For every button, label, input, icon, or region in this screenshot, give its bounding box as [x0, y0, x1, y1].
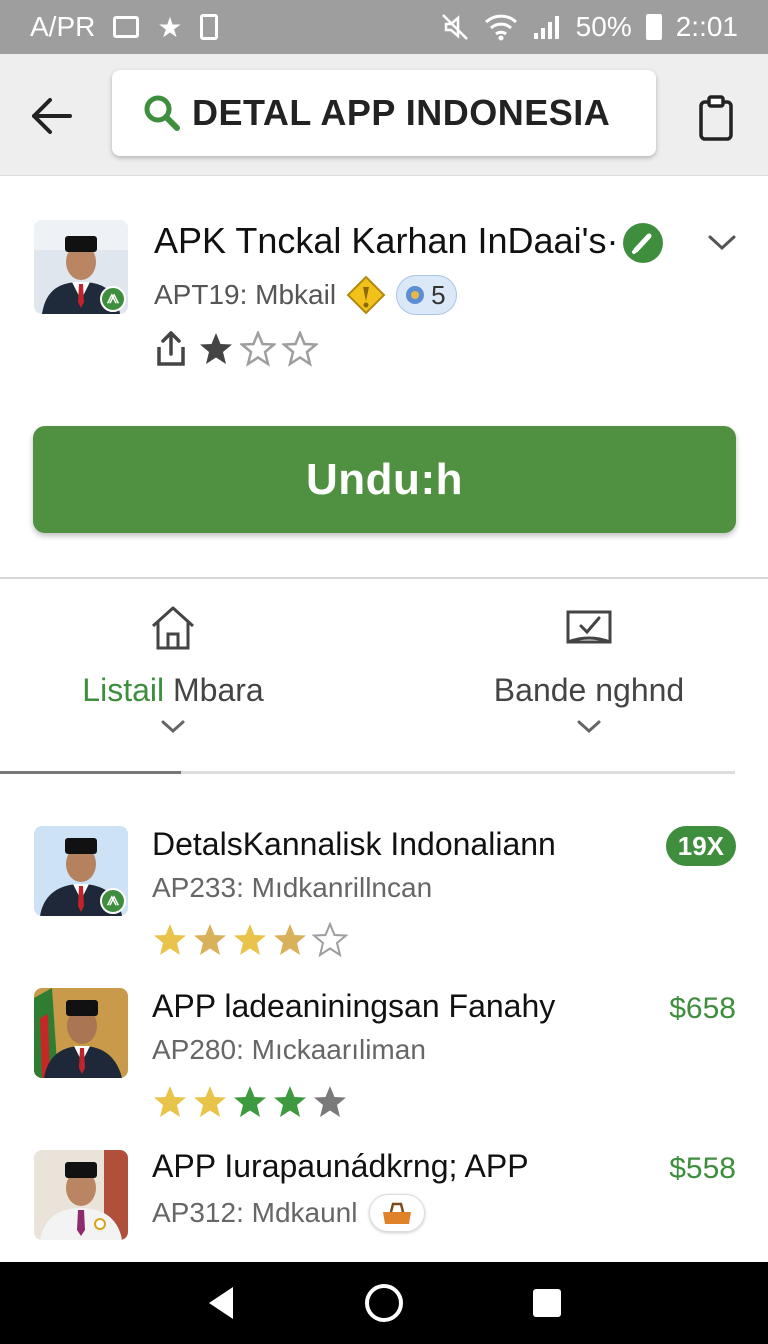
app-rating-stars [198, 331, 318, 367]
search-field[interactable]: DETAL APP INDONESIA [112, 70, 656, 156]
star-icon [194, 1086, 226, 1117]
tab-label-rest: Mbara [164, 672, 264, 708]
list-item-badge: 19X [665, 826, 736, 866]
tab-bar: Listail Mbara Bande nghnd [0, 580, 768, 775]
list-item-title: APP Iurapaunádkrng; APP [152, 1148, 529, 1184]
status-time: 2::01 [675, 11, 738, 42]
status-bar: A/PR ★ 50% 2::01 [0, 0, 768, 54]
list-item-title: APP ladeaniningsan Fanahy [152, 988, 556, 1024]
star-icon [240, 331, 276, 367]
list-item[interactable]: APP Iurapaunádkrng; APP AP312: Mdkaunl $… [0, 1122, 768, 1282]
tab-bande[interactable]: Bande nghnd [410, 580, 768, 770]
wifi-icon [484, 12, 518, 42]
star-icon [200, 333, 232, 364]
verified-check-icon [623, 223, 663, 263]
app-subtitle-row: APT19: Mbkail 5 [154, 275, 457, 315]
tab-label: Listail Mbara [82, 672, 263, 709]
search-query: DETAL APP INDONESIA [192, 92, 611, 133]
shopping-bag-badge [369, 1194, 426, 1232]
home-icon [151, 606, 195, 650]
tab-underline-active [0, 771, 181, 774]
list-item-avatar [34, 1150, 128, 1240]
expand-chevron-icon[interactable] [706, 230, 738, 254]
list-item-subtitle-row: AP233: Mıdkanrillncan [152, 872, 432, 904]
list-item[interactable]: ⨇ DetalsKannalisk Indonaliann AP233: Mıd… [0, 800, 768, 960]
list-item-avatar: ⨇ [34, 826, 128, 916]
list-item-stars [152, 1084, 348, 1120]
shopping-bag-icon [383, 1202, 412, 1224]
list-item-price: $558 [669, 1152, 736, 1185]
nav-back-button[interactable] [199, 1281, 243, 1325]
lock-icon [200, 14, 219, 40]
star-icon [314, 1086, 346, 1117]
star-icon [274, 1086, 306, 1117]
star-icon [274, 924, 306, 955]
tab-label-accent: Listail [82, 672, 165, 708]
top-app-bar: DETAL APP INDONESIA [0, 54, 768, 176]
clipboard-icon [699, 95, 733, 141]
avatar-badge: ⨇ [100, 286, 126, 312]
divider [0, 577, 768, 579]
tab-label: Bande nghnd [494, 672, 684, 709]
star-icon [154, 924, 186, 955]
gear-icon [406, 286, 425, 304]
list-item-stars [152, 922, 348, 958]
home-circle-icon [364, 1284, 403, 1322]
star-icon [194, 924, 226, 955]
count-pill: 5 [396, 275, 457, 315]
tab-listail[interactable]: Listail Mbara [0, 580, 346, 770]
status-left-text: A/PR [30, 11, 96, 42]
list-item-subtitle: AP312: Mdkaunl [152, 1197, 358, 1228]
list-item-title: DetalsKannalisk Indonaliann [152, 826, 556, 862]
app-avatar: ⨇ [34, 220, 128, 314]
star-icon [312, 922, 348, 958]
battery-icon [645, 14, 662, 40]
list-item-avatar [34, 988, 128, 1078]
download-button[interactable]: Undu:h [33, 426, 736, 533]
list-item-price: $658 [669, 992, 736, 1025]
recents-square-icon [532, 1289, 561, 1317]
tab-label-rest: Bande nghnd [493, 672, 685, 708]
star-icon: ★ [157, 11, 183, 43]
star-icon [234, 1086, 266, 1117]
battery-percent: 50% [575, 11, 632, 42]
clipboard-button[interactable] [692, 90, 740, 146]
nav-home-button[interactable] [362, 1281, 406, 1325]
list-item-subtitle-row: AP312: Mdkaunl [152, 1194, 426, 1232]
app-header: ⨇ APK Tnckal Karhan InDaai's· APT19: Mbk… [0, 190, 768, 575]
avatar-badge: ⨇ [100, 888, 126, 914]
count-value: 5 [431, 279, 446, 310]
signal-icon [532, 13, 562, 41]
list-item[interactable]: APP ladeaniningsan Fanahy AP280: Mıckaar… [0, 962, 768, 1122]
back-triangle-icon [209, 1287, 234, 1319]
share-icon[interactable] [154, 330, 188, 368]
chevron-down-icon [161, 720, 185, 734]
app-subtitle: APT19: Mbkail [154, 279, 337, 310]
app-title: APK Tnckal Karhan InDaai's· [154, 220, 619, 261]
app-actions-row [154, 330, 318, 368]
list-item-subtitle-row: AP280: Mıckaarıliman [152, 1034, 426, 1066]
nav-recents-button[interactable] [525, 1281, 569, 1325]
system-nav-bar [0, 1262, 768, 1344]
inbox-icon [566, 610, 612, 644]
chevron-down-icon [577, 720, 601, 734]
star-icon [154, 1086, 186, 1117]
back-button[interactable] [26, 90, 78, 142]
warning-badge-icon [346, 275, 386, 315]
search-icon [144, 95, 180, 131]
screen-icon [113, 16, 140, 38]
list-item-subtitle: AP233: Mıdkanrillncan [152, 872, 433, 903]
star-icon [234, 924, 266, 955]
back-arrow-icon [32, 98, 72, 134]
star-icon [282, 331, 318, 367]
list-item-subtitle: AP280: Mıckaarıliman [152, 1034, 426, 1065]
mute-icon [440, 12, 470, 42]
